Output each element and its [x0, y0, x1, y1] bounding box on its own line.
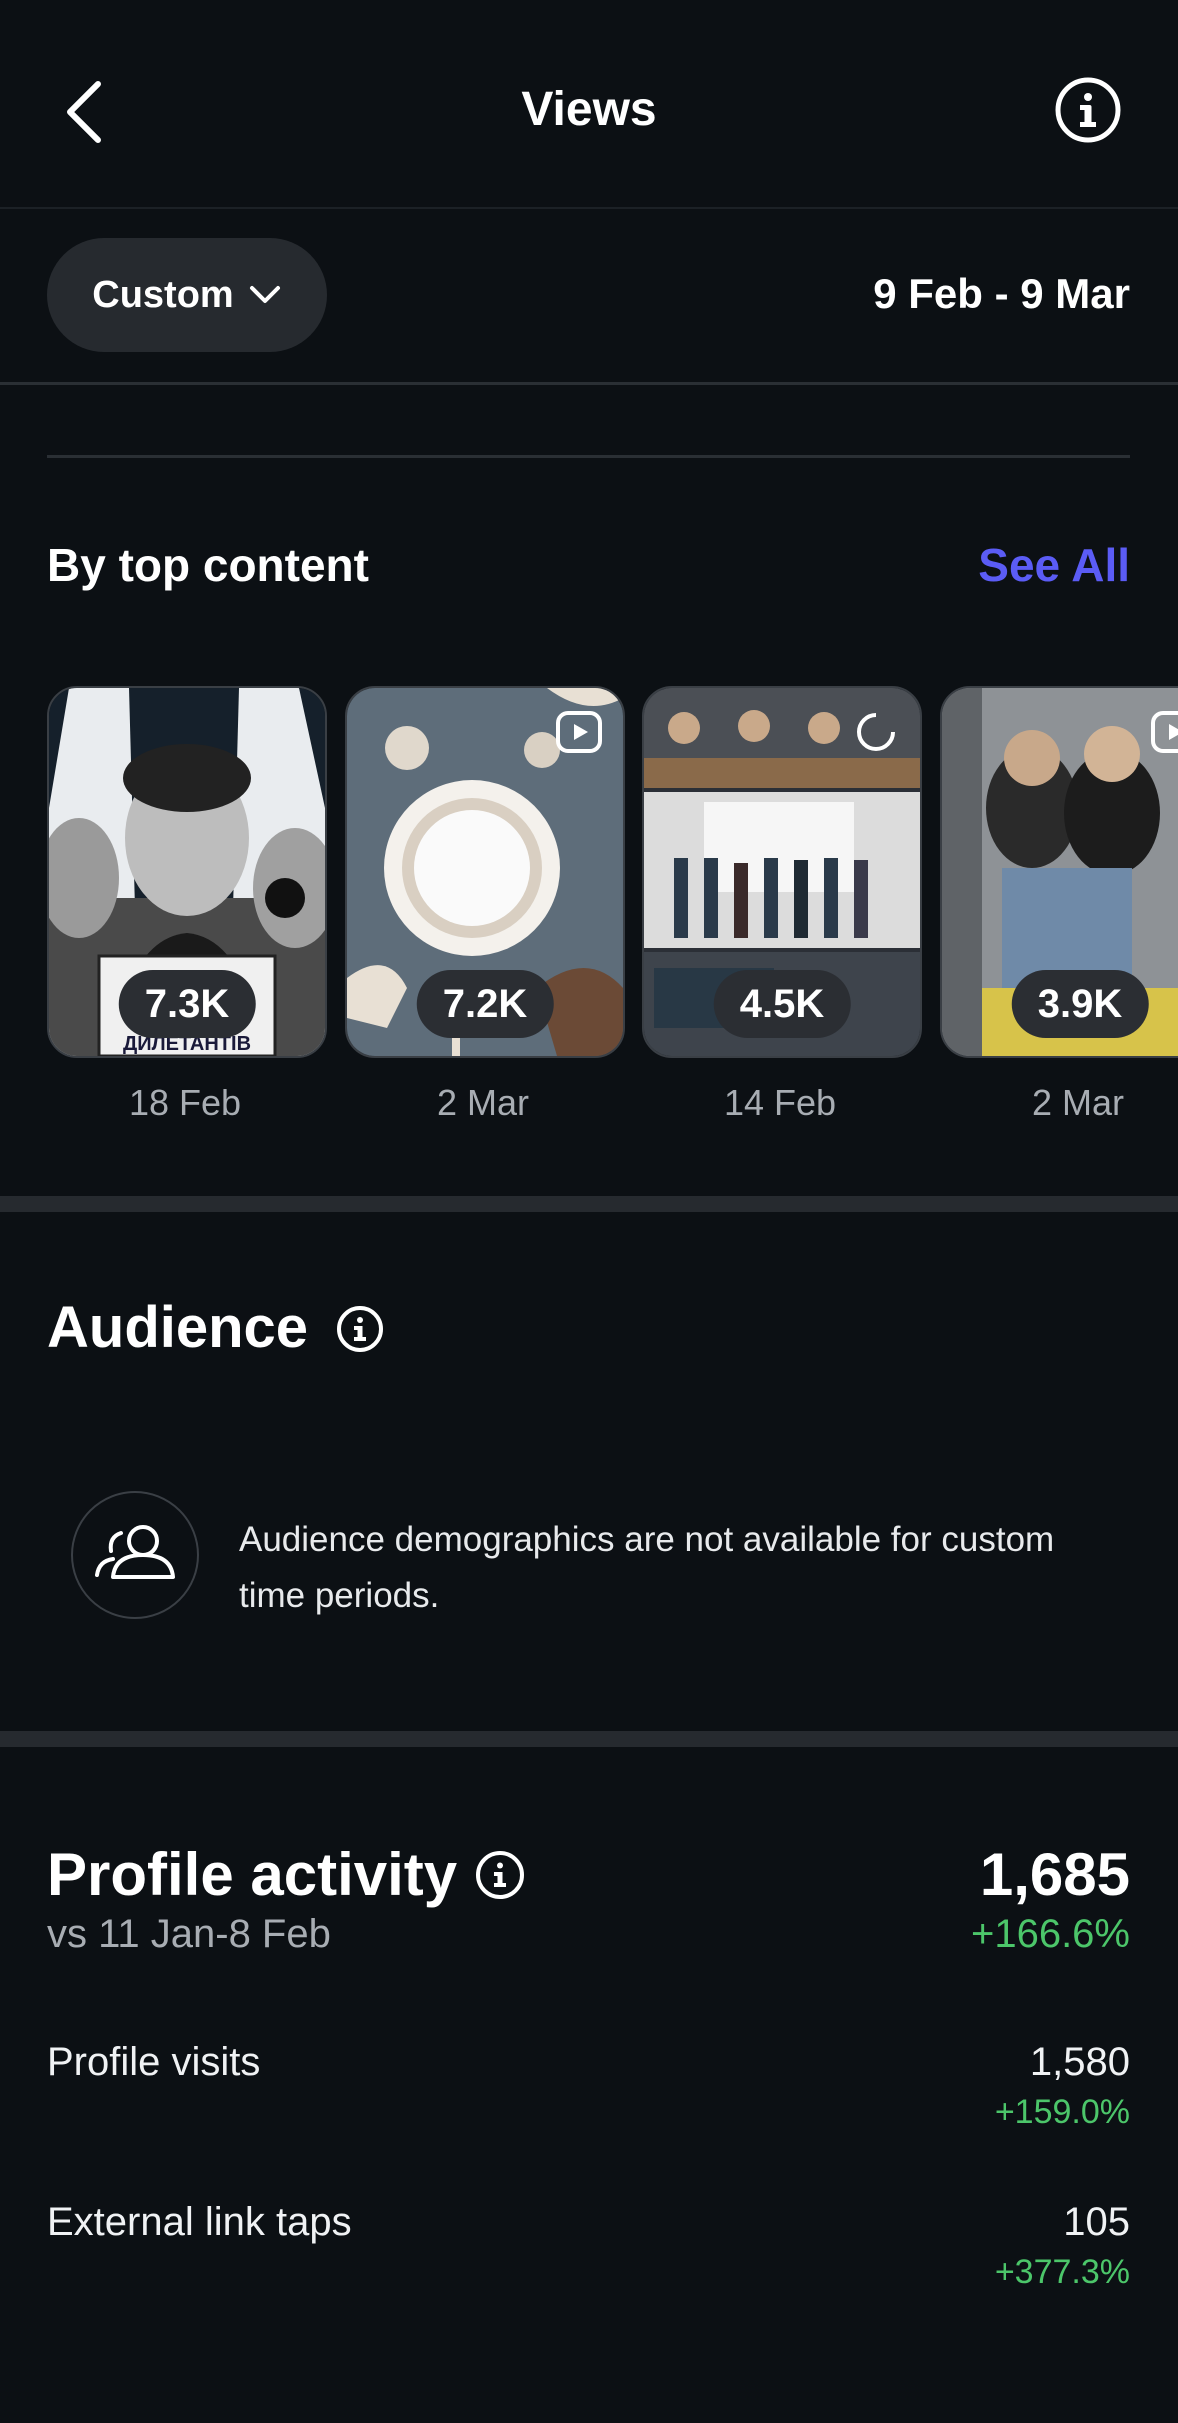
profile-activity-total: 1,685	[979, 1841, 1130, 1908]
period-dropdown[interactable]: Custom	[47, 238, 327, 352]
audience-title: Audience	[47, 1295, 309, 1360]
content-thumbnail[interactable]: 7.2K	[345, 686, 625, 1058]
reel-icon	[1151, 711, 1178, 753]
metric-change-profile-visits: +159.0%	[994, 2093, 1130, 2131]
content-thumbnail[interactable]: 4.5K	[642, 686, 922, 1058]
top-content-title: By top content	[47, 539, 369, 591]
info-button[interactable]	[1054, 76, 1122, 144]
content-divider	[47, 455, 1130, 458]
metric-label-profile-visits: Profile visits	[47, 2040, 261, 2084]
view-count-badge: 4.5K	[713, 970, 851, 1038]
people-icon	[95, 1525, 175, 1579]
section-separator	[0, 1196, 1178, 1212]
section-separator	[0, 1731, 1178, 1747]
profile-activity-change: +166.6%	[970, 1912, 1130, 1956]
metric-value-external-link-taps: 105	[1063, 2200, 1130, 2244]
metric-change-external-link-taps: +377.3%	[994, 2253, 1130, 2291]
metric-value-profile-visits: 1,580	[1029, 2040, 1130, 2084]
comparison-period: vs 11 Jan-8 Feb	[47, 1912, 331, 1956]
content-thumbnail[interactable]: 3.9K	[940, 686, 1178, 1058]
info-icon	[1055, 77, 1121, 143]
audience-avatar	[71, 1491, 199, 1619]
content-date: 18 Feb	[128, 1082, 242, 1123]
profile-activity-title: Profile activity	[47, 1841, 458, 1908]
view-count-badge: 7.2K	[416, 970, 554, 1038]
see-all-link[interactable]: See All	[978, 538, 1130, 592]
info-icon	[337, 1306, 383, 1352]
filter-divider	[0, 382, 1178, 385]
audience-info-button[interactable]	[336, 1305, 384, 1353]
audience-message: Audience demographics are not available …	[239, 1520, 1055, 1615]
content-date: 14 Feb	[723, 1082, 837, 1123]
content-thumbnail[interactable]: ДИЛЕТАНТІВ 7.3K	[47, 686, 327, 1058]
metric-label-external-link-taps: External link taps	[47, 2200, 352, 2244]
period-label: Custom	[92, 273, 234, 316]
content-date: 2 Mar	[436, 1082, 530, 1123]
view-count-badge: 3.9K	[1011, 970, 1149, 1038]
view-count-badge: 7.3K	[118, 970, 256, 1038]
profile-activity-info-button[interactable]	[475, 1850, 525, 1900]
page-title: Views	[521, 83, 657, 136]
date-range: 9 Feb - 9 Mar	[873, 270, 1130, 317]
loading-icon	[857, 713, 895, 751]
content-date: 2 Mar	[1031, 1082, 1125, 1123]
info-icon	[476, 1851, 524, 1899]
header-divider	[0, 207, 1178, 209]
chevron-down-icon	[249, 286, 280, 303]
reel-icon	[556, 711, 602, 753]
